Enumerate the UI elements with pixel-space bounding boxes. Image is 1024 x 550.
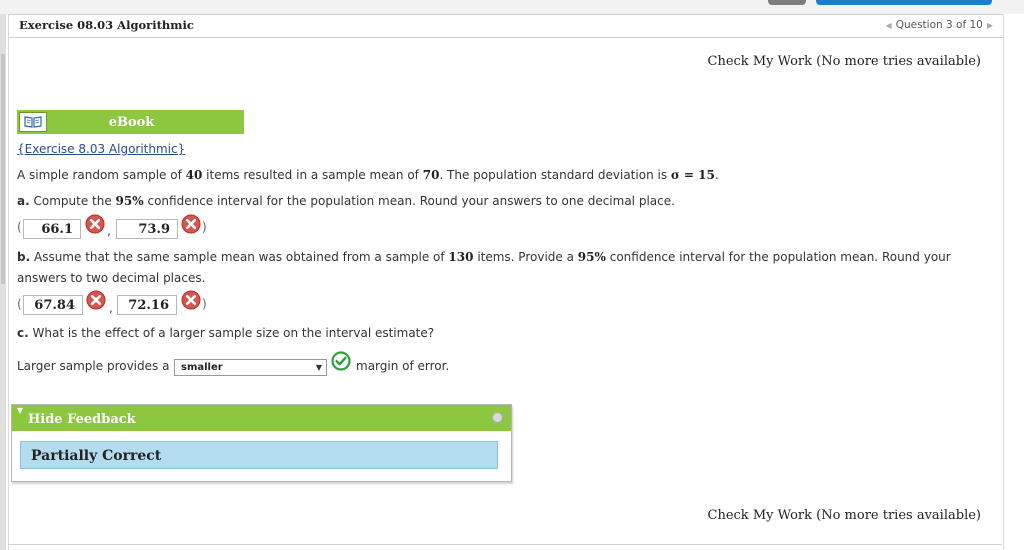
chevron-down-icon: ▼ bbox=[315, 363, 322, 372]
part-b-label: b. bbox=[17, 250, 31, 264]
part-b-sample-size: 130 bbox=[448, 250, 474, 264]
scrollbar-thumb[interactable] bbox=[1, 54, 5, 284]
part-c-post: margin of error. bbox=[356, 359, 450, 373]
part-a-lower-input[interactable]: 66.1 bbox=[23, 219, 81, 239]
question-navigator: ◀ Question 3 of 10 ▶ bbox=[886, 19, 993, 31]
feedback-panel: ▼ Hide Feedback Partially Correct bbox=[11, 404, 512, 482]
intro-mid2: . The population standard deviation is bbox=[439, 168, 668, 182]
part-a-upper-input[interactable]: 73.9 bbox=[116, 219, 178, 239]
part-b-pre: Assume that the same sample mean was obt… bbox=[33, 250, 445, 264]
triangle-down-icon: ▼ bbox=[17, 406, 24, 415]
check-my-work-top[interactable]: Check My Work (No more tries available) bbox=[708, 54, 981, 69]
part-a-label: a. bbox=[17, 194, 30, 208]
question-header: Exercise 08.03 Algorithmic ◀ Question 3 … bbox=[9, 14, 1003, 38]
top-toolbar-strip bbox=[0, 0, 1024, 14]
intro-sample-size: 40 bbox=[185, 168, 203, 182]
ebook-button[interactable]: eBook bbox=[17, 110, 244, 134]
toolbar-blue-button[interactable] bbox=[816, 0, 992, 5]
part-a-prompt: a. Compute the 95% confidence interval f… bbox=[17, 191, 675, 212]
part-c-pre: Larger sample provides a bbox=[17, 359, 170, 373]
intro-sigma: σ = 15 bbox=[670, 168, 715, 182]
exercise-ebook-link[interactable]: {Exercise 8.03 Algorithmic} bbox=[17, 142, 185, 156]
select-value: smaller bbox=[181, 362, 223, 373]
part-b-upper-input[interactable]: 72.16 bbox=[117, 295, 177, 315]
x-circle-icon bbox=[181, 290, 201, 310]
question-counter: Question 3 of 10 bbox=[895, 19, 983, 31]
intro-mid1: items resulted in a sample mean of bbox=[206, 168, 419, 182]
x-circle-icon bbox=[85, 214, 105, 234]
paren-open: ( bbox=[17, 297, 22, 311]
paren-close: ) bbox=[202, 220, 207, 234]
hide-feedback-toggle[interactable]: ▼ Hide Feedback bbox=[12, 405, 511, 431]
comma: , bbox=[107, 224, 111, 238]
part-a-post: confidence interval for the population m… bbox=[147, 194, 675, 208]
part-a-confidence: 95% bbox=[115, 194, 144, 208]
part-b-prompt-line2: answers to two decimal places. bbox=[17, 271, 206, 285]
book-icon bbox=[19, 112, 47, 132]
intro-pre: A simple random sample of bbox=[17, 168, 182, 182]
next-question-icon[interactable]: ▶ bbox=[987, 21, 993, 30]
intro-sample-mean: 70 bbox=[422, 168, 440, 182]
left-scrollbar[interactable] bbox=[0, 14, 6, 550]
part-b-post: confidence interval for the population m… bbox=[609, 250, 951, 264]
feedback-options-icon[interactable] bbox=[492, 412, 503, 423]
paren-open: ( bbox=[17, 220, 22, 234]
part-a-pre: Compute the bbox=[33, 194, 112, 208]
x-circle-icon bbox=[86, 290, 106, 310]
part-b-prompt: b. Assume that the same sample mean was … bbox=[17, 247, 951, 268]
check-my-work-bottom[interactable]: Check My Work (No more tries available) bbox=[708, 508, 981, 523]
part-c-question: What is the effect of a larger sample si… bbox=[32, 326, 435, 340]
margin-of-error-select[interactable]: smaller ▼ bbox=[174, 359, 327, 376]
part-b-confidence: 95% bbox=[577, 250, 606, 264]
feedback-status-box: Partially Correct bbox=[20, 441, 498, 469]
toolbar-gray-button[interactable] bbox=[768, 0, 806, 5]
x-circle-icon bbox=[181, 214, 201, 234]
prev-question-icon[interactable]: ◀ bbox=[886, 21, 892, 30]
intro-end: . bbox=[714, 168, 719, 182]
question-panel: Exercise 08.03 Algorithmic ◀ Question 3 … bbox=[8, 14, 1004, 550]
hide-feedback-label: Hide Feedback bbox=[28, 412, 136, 427]
part-c-prompt: c. What is the effect of a larger sample… bbox=[17, 323, 434, 344]
problem-intro: A simple random sample of 40 items resul… bbox=[17, 165, 719, 186]
part-b-lower-input[interactable]: 67.84 bbox=[23, 295, 83, 315]
check-circle-icon bbox=[331, 351, 351, 371]
exercise-title: Exercise 08.03 Algorithmic bbox=[19, 18, 194, 32]
comma: , bbox=[109, 301, 113, 315]
paren-close: ) bbox=[202, 297, 207, 311]
ebook-label: eBook bbox=[108, 114, 155, 130]
part-c-label: c. bbox=[17, 326, 29, 340]
part-b-mid: items. Provide a bbox=[477, 250, 574, 264]
bottom-divider bbox=[8, 544, 1002, 545]
feedback-status: Partially Correct bbox=[31, 448, 162, 464]
